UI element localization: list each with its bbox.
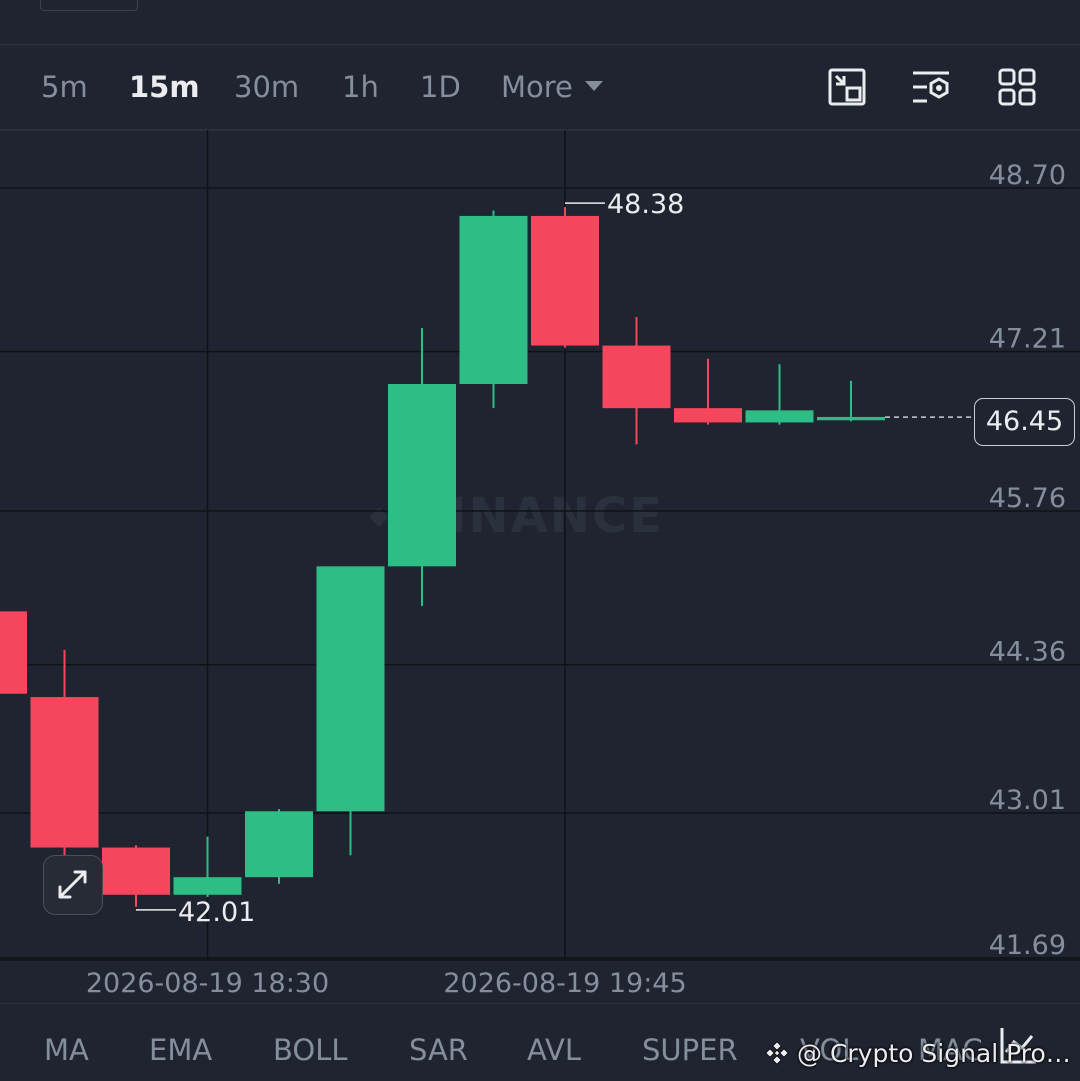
candle[interactable]	[173, 836, 242, 897]
candle-body	[531, 215, 599, 346]
top-strip	[0, 0, 1080, 45]
timeframe-more-button[interactable]: More	[501, 69, 603, 105]
candles	[0, 207, 885, 907]
candle[interactable]	[30, 649, 99, 859]
candle-body	[459, 215, 528, 384]
x-axis-label: 2026-08-19 18:30	[86, 968, 329, 999]
candle[interactable]	[817, 380, 885, 422]
y-tick-label: 47.21	[989, 324, 1066, 355]
caret-down-icon	[584, 81, 603, 91]
candle[interactable]	[388, 327, 456, 606]
channel-watermark: @ Crypto Signal Pro 78...	[765, 1036, 1077, 1072]
expand-chart-button[interactable]	[43, 855, 103, 915]
high-price-label: 48.38	[607, 189, 684, 220]
y-tick-label: 44.36	[989, 637, 1066, 668]
candle[interactable]	[102, 845, 170, 907]
layout-grid-icon[interactable]	[997, 67, 1037, 107]
candle[interactable]	[245, 809, 313, 884]
timeframe-toolbar: 5m 15m 30m 1h 1D More	[0, 45, 1080, 131]
y-tick-label: 41.69	[989, 930, 1066, 961]
candle-body	[173, 877, 242, 895]
top-tab[interactable]	[40, 0, 138, 11]
candle[interactable]	[459, 210, 528, 409]
low-price-label: 42.01	[178, 897, 255, 928]
candle-body	[745, 410, 814, 423]
candle[interactable]	[745, 364, 814, 425]
candle-body	[817, 416, 885, 421]
expand-arrows-icon	[58, 870, 87, 899]
y-tick-label: 45.76	[989, 483, 1066, 514]
last-price-badge[interactable]: 46.45	[974, 398, 1075, 446]
candle-body	[0, 611, 27, 694]
timeframe-15m[interactable]: 15m	[129, 69, 200, 105]
indicator-super[interactable]: SUPER	[642, 1032, 738, 1068]
candle-body	[102, 847, 170, 895]
indicator-ma[interactable]: MA	[44, 1032, 89, 1068]
candle[interactable]	[316, 566, 385, 856]
timeframe-1d[interactable]: 1D	[420, 69, 461, 105]
y-tick-label: 43.01	[989, 785, 1066, 816]
candle-body	[674, 408, 742, 423]
candle-body	[316, 566, 385, 812]
candle[interactable]	[602, 316, 671, 445]
timeframe-5m[interactable]: 5m	[41, 69, 88, 105]
indicator-ema[interactable]: EMA	[149, 1032, 212, 1068]
candle[interactable]	[0, 600, 27, 710]
candle-body	[30, 697, 99, 848]
indicator-boll[interactable]: BOLL	[273, 1032, 348, 1068]
x-axis-label: 2026-08-19 19:45	[443, 968, 686, 999]
indicator-avl[interactable]: AVL	[527, 1032, 581, 1068]
candle[interactable]	[674, 358, 742, 425]
candle-body	[388, 383, 456, 567]
indicator-settings-icon[interactable]	[911, 67, 951, 107]
timeframe-1h[interactable]: 1h	[342, 69, 379, 105]
candle-body	[602, 345, 671, 409]
candle[interactable]	[531, 207, 599, 348]
candlestick-chart[interactable]: 48.70 47.21 45.76 44.36 43.01 41.69 2026-08-19…	[0, 130, 1080, 1003]
more-label: More	[501, 70, 573, 104]
channel-watermark-text: @ Crypto Signal Pro 78...	[797, 1039, 1077, 1068]
indicator-sar[interactable]: SAR	[409, 1032, 468, 1068]
binance-logo-icon	[765, 1041, 789, 1065]
candle-body	[245, 811, 313, 878]
chart-switch-icon[interactable]	[827, 67, 867, 107]
timeframe-30m[interactable]: 30m	[234, 69, 299, 105]
y-tick-label: 48.70	[989, 160, 1066, 191]
